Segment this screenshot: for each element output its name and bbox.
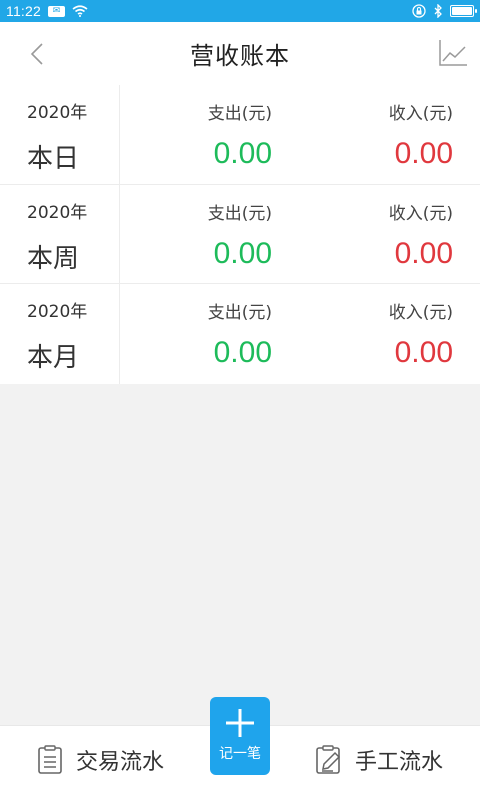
period-label: 本日	[27, 144, 80, 174]
bluetooth-icon	[433, 4, 443, 18]
amount-cell: 支出(元) 0.00 收入(元) 0.00	[120, 185, 480, 284]
summary-row-month[interactable]: 2020年 本月 支出(元) 0.00 收入(元) 0.00	[0, 284, 480, 384]
header: 营收账本	[0, 22, 480, 85]
back-button[interactable]	[24, 40, 52, 68]
add-record-button[interactable]: 记一笔	[210, 697, 270, 775]
manual-label: 手工流水	[354, 750, 443, 775]
wifi-icon	[72, 5, 88, 17]
battery-level	[452, 7, 472, 15]
summary-list: 2020年 本日 支出(元) 0.00 收入(元) 0.00 2020年 本周 …	[0, 85, 480, 384]
summary-row-week[interactable]: 2020年 本周 支出(元) 0.00 收入(元) 0.00	[0, 184, 480, 284]
income-value: 0.00	[394, 137, 453, 170]
summary-row-day[interactable]: 2020年 本日 支出(元) 0.00 收入(元) 0.00	[0, 85, 480, 185]
lock-rotation-icon	[412, 4, 426, 18]
period-cell: 2020年 本月	[0, 284, 120, 384]
status-right	[412, 4, 477, 18]
expense-value: 0.00	[213, 336, 272, 369]
status-bar: 11:22 ✉	[0, 0, 480, 22]
plus-icon	[226, 709, 254, 737]
edit-document-icon	[316, 745, 341, 774]
message-icon: ✉	[48, 5, 65, 17]
income-value: 0.00	[394, 236, 453, 270]
expense-value: 0.00	[213, 137, 272, 170]
transactions-label: 交易流水	[76, 750, 165, 775]
expense-label: 支出(元)	[207, 303, 272, 323]
amount-cell: 支出(元) 0.00 收入(元) 0.00	[120, 284, 480, 384]
period-cell: 2020年 本日	[0, 85, 120, 184]
page-title: 营收账本	[190, 42, 290, 70]
amount-cell: 支出(元) 0.00 收入(元) 0.00	[120, 85, 480, 184]
status-left: 11:22 ✉	[6, 3, 88, 19]
income-value: 0.00	[394, 336, 453, 369]
chart-button[interactable]	[438, 38, 468, 68]
expense-value: 0.00	[213, 236, 272, 270]
period-label: 本周	[27, 243, 80, 274]
expense-label: 支出(元)	[207, 104, 272, 124]
list-document-icon	[38, 745, 62, 774]
manual-tab[interactable]: 手工流水	[315, 744, 443, 776]
expense-label: 支出(元)	[207, 203, 272, 224]
year-label: 2020年	[27, 202, 88, 223]
status-time: 11:22	[6, 3, 41, 19]
period-cell: 2020年 本周	[0, 184, 120, 283]
income-label: 收入(元)	[388, 203, 453, 224]
income-label: 收入(元)	[388, 303, 453, 323]
year-label: 2020年	[27, 103, 88, 123]
chevron-left-icon	[30, 43, 43, 65]
transactions-tab[interactable]: 交易流水	[36, 744, 164, 776]
line-chart-icon	[439, 40, 467, 66]
battery-icon	[450, 5, 477, 17]
year-label: 2020年	[27, 302, 88, 322]
period-label: 本月	[27, 343, 80, 373]
add-record-label: 记一笔	[219, 746, 261, 762]
income-label: 收入(元)	[388, 104, 453, 124]
